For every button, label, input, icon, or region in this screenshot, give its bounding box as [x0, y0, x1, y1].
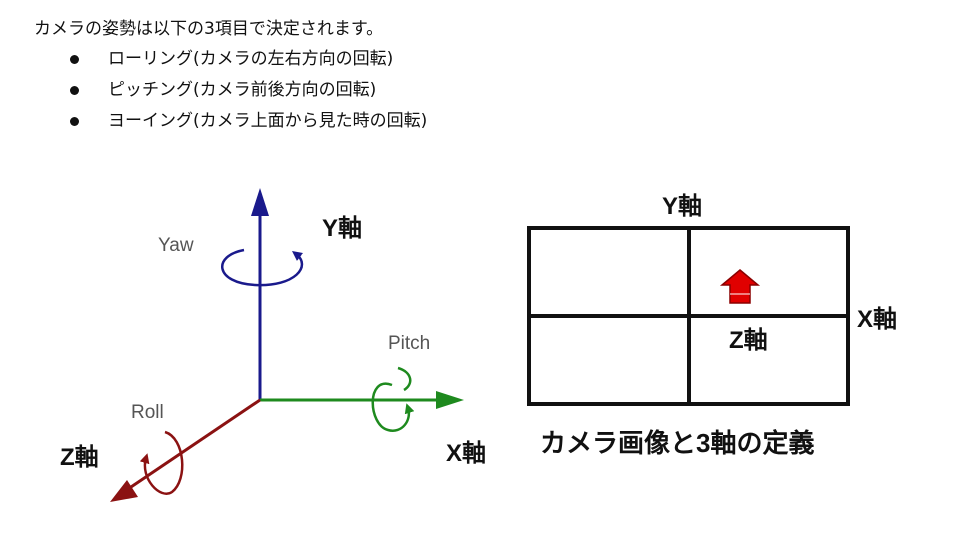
camera-y-axis-label: Y軸: [662, 193, 702, 220]
pitch-label: Pitch: [388, 333, 430, 354]
roll-rotation-arrow: [139, 430, 184, 495]
yaw-rotation-arrow: [221, 248, 304, 287]
x-axis-arrowhead: [436, 391, 464, 409]
pitch-rotation-tail: [397, 366, 412, 392]
left-axis-diagram: Yaw Pitch Roll Y軸 X軸 Z軸: [60, 188, 486, 502]
y-axis-arrowhead: [251, 188, 269, 216]
x-axis-label: X軸: [446, 440, 486, 467]
roll-label: Roll: [131, 402, 164, 423]
camera-z-axis-label: Z軸: [729, 327, 768, 354]
yaw-label: Yaw: [158, 235, 194, 256]
camera-image-diagram: Y軸 X軸 Z軸 カメラ画像と3軸の定義: [527, 193, 897, 458]
pitch-rotation-arrow: [371, 382, 415, 432]
camera-x-axis-label: X軸: [857, 306, 897, 333]
axes-diagrams: Yaw Pitch Roll Y軸 X軸 Z軸 Y軸 X軸 Z軸 カメラ画像と3…: [60, 188, 897, 502]
y-axis-label: Y軸: [322, 215, 362, 242]
diagram-caption: カメラ画像と3軸の定義: [540, 428, 814, 458]
z-axis-label: Z軸: [60, 444, 99, 471]
z-direction-arrow-icon: [719, 269, 761, 304]
